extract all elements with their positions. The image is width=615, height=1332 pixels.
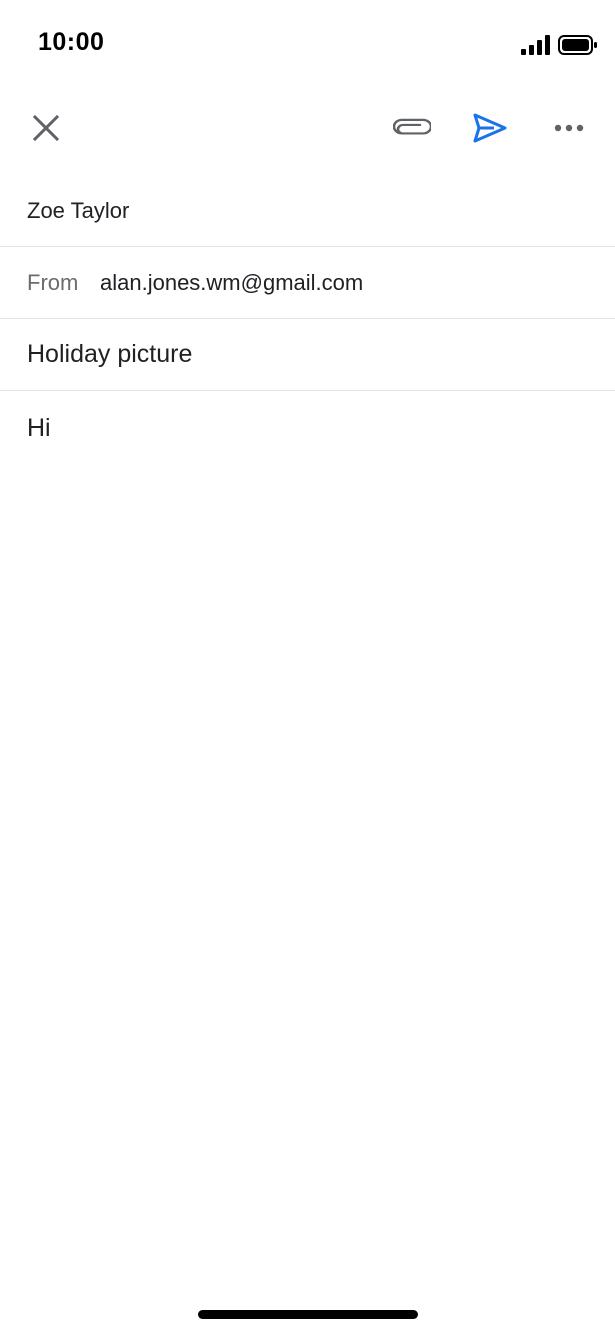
status-bar: 10:00 <box>0 0 615 90</box>
paperclip-icon <box>393 118 431 135</box>
status-time: 10:00 <box>38 28 105 56</box>
message-body[interactable]: Hi <box>0 391 615 1271</box>
to-field[interactable]: Zoe Taylor <box>0 174 615 247</box>
more-options-button[interactable] <box>541 100 597 156</box>
battery-full-icon <box>558 35 597 55</box>
subject-field[interactable]: Holiday picture <box>0 319 615 391</box>
home-indicator[interactable] <box>198 1310 418 1319</box>
from-label: From <box>27 270 79 295</box>
subject-text[interactable]: Holiday picture <box>27 340 192 369</box>
close-button[interactable] <box>18 100 74 156</box>
attach-button[interactable] <box>384 100 440 156</box>
from-address[interactable]: alan.jones.wm@gmail.com <box>100 270 363 296</box>
body-text[interactable]: Hi <box>27 414 51 443</box>
close-icon <box>32 114 60 142</box>
send-icon <box>473 113 507 143</box>
cellular-signal-icon <box>521 35 550 55</box>
send-button[interactable] <box>462 100 518 156</box>
from-field[interactable]: From alan.jones.wm@gmail.com <box>0 247 615 319</box>
compose-toolbar <box>0 100 615 156</box>
more-horizontal-icon <box>554 124 584 132</box>
to-recipient[interactable]: Zoe Taylor <box>27 198 129 224</box>
